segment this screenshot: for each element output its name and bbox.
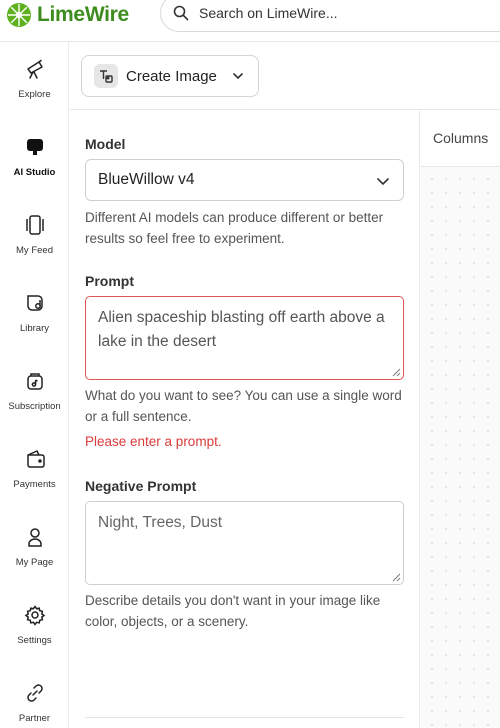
- sidebar: Explore AI Studio My Feed Library Subscr…: [0, 42, 69, 728]
- prompt-help-text: What do you want to see? You can use a s…: [85, 388, 402, 424]
- columns-label: Columns: [433, 130, 489, 146]
- sidebar-item-label: Payments: [13, 479, 56, 490]
- negative-prompt-textarea[interactable]: Night, Trees, Dust: [85, 501, 404, 585]
- sidebar-item-label: Subscription: [8, 401, 61, 412]
- model-select-value: BlueWillow v4: [98, 171, 195, 188]
- sidebar-item-settings[interactable]: Settings: [0, 604, 69, 646]
- top-bar: LimeWire Search on LimeWire...: [0, 0, 500, 42]
- sidebar-item-label: Library: [19, 323, 50, 334]
- sidebar-item-label: My Page: [15, 557, 54, 568]
- sidebar-item-library[interactable]: Library: [0, 292, 69, 334]
- negative-prompt-label: Negative Prompt: [85, 478, 197, 494]
- sidebar-item-label: AI Studio: [13, 167, 56, 178]
- sidebar-item-my-feed[interactable]: My Feed: [0, 214, 69, 256]
- sidebar-item-subscription[interactable]: Subscription: [0, 370, 69, 412]
- feed-icon: [25, 215, 44, 235]
- search-placeholder: Search on LimeWire...: [199, 5, 338, 21]
- canvas-area: [421, 168, 500, 728]
- chevron-down-icon: [233, 73, 243, 80]
- sidebar-item-my-page[interactable]: My Page: [0, 526, 69, 568]
- user-icon: [27, 528, 42, 547]
- sidebar-item-ai-studio[interactable]: AI Studio: [0, 136, 69, 178]
- sidebar-item-explore[interactable]: Explore: [0, 58, 69, 100]
- search-input[interactable]: Search on LimeWire...: [160, 0, 500, 32]
- columns-header[interactable]: Columns: [421, 111, 500, 167]
- telescope-icon: [26, 59, 43, 79]
- ai-studio-icon: [26, 139, 43, 155]
- limewire-logo-icon: [7, 3, 31, 27]
- gear-icon: [24, 605, 45, 626]
- model-label: Model: [85, 136, 126, 152]
- model-help-text: Different AI models can produce differen…: [85, 210, 384, 246]
- subscription-icon: [26, 373, 43, 390]
- link-icon: [26, 684, 43, 702]
- text-to-image-icon: [94, 64, 118, 88]
- divider: [85, 717, 404, 718]
- wallet-icon: [26, 450, 45, 468]
- resize-handle-icon[interactable]: [392, 573, 401, 582]
- negative-prompt-value: Night, Trees, Dust: [98, 514, 223, 531]
- results-panel: Columns: [421, 111, 500, 728]
- model-select[interactable]: BlueWillow v4: [85, 159, 404, 201]
- chevron-down-icon: [377, 178, 389, 186]
- library-icon: [26, 295, 43, 311]
- prompt-error-message: Please enter a prompt.: [85, 434, 222, 449]
- sidebar-item-label: Explore: [18, 89, 51, 100]
- sidebar-item-label: Settings: [17, 635, 52, 646]
- prompt-textarea[interactable]: Alien spaceship blasting off earth above…: [85, 296, 404, 380]
- sidebar-item-payments[interactable]: Payments: [0, 448, 69, 490]
- search-icon: [173, 5, 189, 21]
- resize-handle-icon[interactable]: [392, 368, 401, 377]
- sidebar-item-label: Partner: [18, 713, 51, 724]
- negative-prompt-help-text: Describe details you don't want in your …: [85, 593, 381, 629]
- sidebar-item-label: My Feed: [16, 245, 53, 256]
- logo[interactable]: LimeWire: [6, 2, 129, 28]
- studio-toolbar: Create Image: [70, 42, 500, 110]
- create-image-label: Create Image: [126, 67, 217, 85]
- image-settings-form: Model BlueWillow v4 Different AI models …: [70, 111, 420, 728]
- prompt-value: Alien spaceship blasting off earth above…: [98, 309, 385, 350]
- create-image-dropdown[interactable]: Create Image: [81, 55, 259, 97]
- sidebar-item-partner[interactable]: Partner: [0, 682, 69, 724]
- brand-name: LimeWire: [37, 3, 129, 26]
- prompt-label: Prompt: [85, 273, 134, 289]
